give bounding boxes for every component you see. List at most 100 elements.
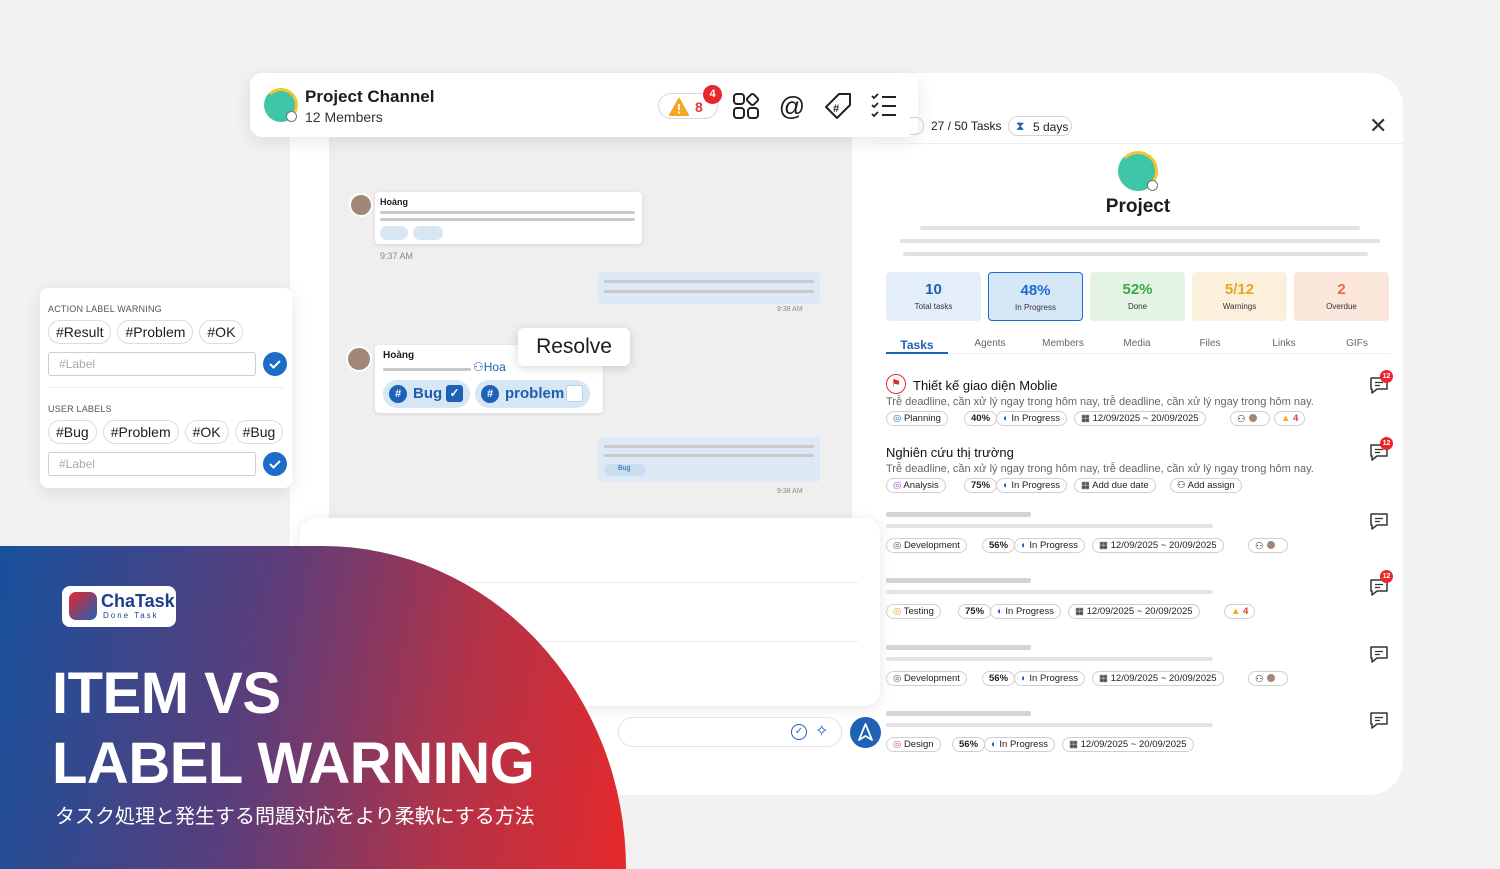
- unchecked-checkbox[interactable]: [566, 385, 583, 402]
- label-chip[interactable]: #OK: [184, 420, 229, 444]
- message-bubble[interactable]: Hoàng: [375, 192, 642, 244]
- status-pill[interactable]: ◐ In Progress: [996, 478, 1067, 493]
- status-pill[interactable]: ◐ In Progress: [1014, 538, 1085, 553]
- message-time: 9:37 AM: [380, 251, 414, 261]
- message-bubble[interactable]: [598, 272, 820, 304]
- project-name: Project: [1105, 196, 1171, 217]
- confirm-button[interactable]: [263, 452, 287, 476]
- sparkle-icon[interactable]: ✧: [815, 721, 828, 741]
- label-input[interactable]: #Label: [48, 352, 256, 376]
- member-count[interactable]: 12 Members: [305, 109, 383, 125]
- percent-pill[interactable]: 75%: [964, 478, 998, 493]
- assignee-pill[interactable]: ⚇: [1248, 538, 1288, 553]
- mention-icon[interactable]: @: [777, 91, 807, 121]
- hashtag-label-icon[interactable]: #: [823, 91, 853, 121]
- label-chip[interactable]: #Bug: [234, 420, 284, 444]
- percent-pill[interactable]: 56%: [982, 538, 1016, 553]
- assignee-pill[interactable]: ⚇: [1230, 411, 1270, 426]
- comment-icon[interactable]: [1368, 643, 1390, 665]
- tab-links[interactable]: Links: [1254, 338, 1314, 349]
- label-input[interactable]: #Label: [48, 452, 256, 476]
- category-pill[interactable]: ◎ Design: [886, 737, 941, 752]
- category-pill[interactable]: ◎ Testing: [886, 604, 941, 619]
- date-pill[interactable]: ▦ 12/09/2025 ~ 20/09/2025: [1092, 671, 1224, 686]
- stat-card[interactable]: 52% Done: [1090, 272, 1185, 321]
- reaction-pill[interactable]: [380, 226, 408, 240]
- check-icon: [269, 460, 281, 469]
- tab-gifs[interactable]: GIFs: [1327, 338, 1387, 349]
- stat-card[interactable]: 5/12 Warnings: [1192, 272, 1287, 321]
- reaction-pill[interactable]: [413, 226, 443, 240]
- assignee-pill[interactable]: ⚇: [1248, 671, 1288, 686]
- tab-members[interactable]: Members: [1033, 338, 1093, 349]
- assign-pill[interactable]: ⚇ Add assign: [1170, 478, 1242, 493]
- stat-card[interactable]: 48% In Progress: [988, 272, 1083, 321]
- category-pill[interactable]: ◎ Development: [886, 538, 967, 553]
- confirm-button[interactable]: [263, 352, 287, 376]
- message-bubble[interactable]: Bug: [598, 437, 820, 482]
- warning-icon: [669, 98, 689, 116]
- task-row[interactable]: ◎ Development 56% ◐ In Progress ▦ 12/09/202…: [886, 643, 1391, 705]
- svg-text:#: #: [833, 103, 839, 115]
- stat-card[interactable]: 2 Overdue: [1294, 272, 1389, 321]
- label-chip[interactable]: #Problem: [102, 420, 179, 444]
- task-row[interactable]: ◎ Testing 75% ◐ In Progress ▦ 12/09/2025 ~ …: [886, 570, 1393, 638]
- percent-pill[interactable]: 40%: [964, 411, 998, 426]
- avatar: [1266, 540, 1277, 550]
- message-input[interactable]: ✓ ✧: [618, 717, 842, 747]
- message-time: 9:38 AM: [777, 306, 803, 313]
- check-task-icon[interactable]: ✓: [791, 724, 807, 740]
- category-pill[interactable]: ◎ Development: [886, 671, 967, 686]
- send-button[interactable]: [850, 717, 881, 748]
- percent-pill[interactable]: 75%: [958, 604, 992, 619]
- task-row[interactable]: ⚑ Thiết kế giao diện Moblie Trễ deadline, …: [886, 370, 1393, 438]
- comment-icon[interactable]: [1368, 510, 1390, 532]
- hash-tag-icon: #: [389, 385, 407, 403]
- category-pill[interactable]: ◎ Planning: [886, 411, 948, 426]
- status-pill[interactable]: ◐ In Progress: [990, 604, 1061, 619]
- date-pill[interactable]: ▦ 12/09/2025 ~ 20/09/2025: [1068, 604, 1200, 619]
- task-list-icon[interactable]: [869, 91, 899, 121]
- stat-card[interactable]: 10 Total tasks: [886, 272, 981, 321]
- status-pill[interactable]: ◐ In Progress: [1014, 671, 1085, 686]
- tag-bug-small[interactable]: Bug: [604, 464, 646, 476]
- date-pill[interactable]: ▦ 12/09/2025 ~ 20/09/2025: [1062, 737, 1194, 752]
- mention-hoa[interactable]: ⚇Hoa: [473, 360, 506, 374]
- percent-pill[interactable]: 56%: [952, 737, 986, 752]
- avatar[interactable]: [349, 193, 373, 217]
- stat-label: In Progress: [1015, 303, 1056, 312]
- category-icon: ◎: [893, 540, 902, 551]
- category-pill[interactable]: ◎ Analysis: [886, 478, 946, 493]
- date-pill[interactable]: ▦ Add due date: [1074, 478, 1156, 493]
- warning-pill[interactable]: ▲ 4: [1224, 604, 1256, 619]
- tag-bug[interactable]: # Bug ✓: [383, 380, 470, 408]
- apps-icon[interactable]: [731, 91, 761, 121]
- label-chip[interactable]: #Result: [48, 320, 112, 344]
- task-row[interactable]: ◎ Development 56% ◐ In Progress ▦ 12/09/202…: [886, 510, 1391, 572]
- action-chips: #Result #Problem #OK: [48, 320, 249, 344]
- tab-media[interactable]: Media: [1107, 338, 1167, 349]
- task-row[interactable]: ◎ Design 56% ◐ In Progress ▦ 12/09/2025 ~ 2…: [886, 709, 1391, 771]
- status-pill[interactable]: ◐ In Progress: [996, 411, 1067, 426]
- avatar[interactable]: [346, 346, 372, 372]
- warning-pill[interactable]: ▲ 4: [1274, 411, 1306, 426]
- label-chip[interactable]: #Bug: [48, 420, 97, 444]
- days-pill[interactable]: ⧗ 5 days: [1008, 116, 1072, 136]
- tab-files[interactable]: Files: [1180, 338, 1240, 349]
- tab-tasks[interactable]: Tasks: [887, 338, 947, 352]
- group-icon: [286, 111, 297, 122]
- close-icon[interactable]: ✕: [1369, 113, 1387, 139]
- task-row[interactable]: Nghiên cứu thị trường Trễ deadline, cần x…: [886, 437, 1393, 505]
- label-chip[interactable]: #Problem: [117, 320, 194, 344]
- tab-agents[interactable]: Agents: [960, 338, 1020, 349]
- date-pill[interactable]: ▦ 12/09/2025 ~ 20/09/2025: [1074, 411, 1206, 426]
- checked-checkbox[interactable]: ✓: [446, 385, 463, 402]
- resolve-tooltip[interactable]: Resolve: [518, 328, 630, 366]
- date-pill[interactable]: ▦ 12/09/2025 ~ 20/09/2025: [1092, 538, 1224, 553]
- headline-line1: ITEM VS: [52, 661, 281, 726]
- comment-icon[interactable]: [1368, 709, 1390, 731]
- label-chip[interactable]: #OK: [199, 320, 244, 344]
- tag-problem[interactable]: # problem: [475, 380, 590, 408]
- percent-pill[interactable]: 56%: [982, 671, 1016, 686]
- status-pill[interactable]: ◐ In Progress: [984, 737, 1055, 752]
